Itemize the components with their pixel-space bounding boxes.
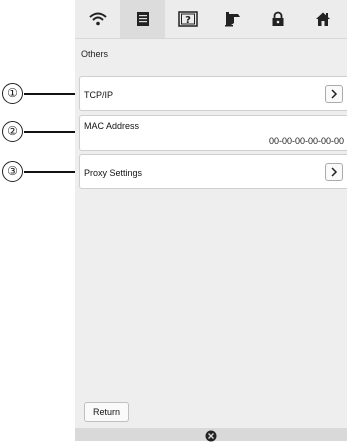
tab-settings-page[interactable] bbox=[120, 0, 165, 38]
callout-1: ① bbox=[2, 83, 23, 104]
tab-bar: ? bbox=[75, 0, 347, 39]
status-icon[interactable] bbox=[205, 430, 217, 442]
tcpip-row[interactable]: TCP/IP bbox=[79, 76, 347, 111]
tcpip-arrow-button[interactable] bbox=[325, 85, 343, 103]
help-icon: ? bbox=[177, 11, 198, 27]
mac-address-value: 00-00-00-00-00-00 bbox=[268, 136, 344, 146]
tab-machine[interactable] bbox=[210, 0, 255, 38]
lock-icon bbox=[272, 11, 283, 26]
chevron-right-icon bbox=[331, 167, 338, 177]
proxy-settings-row[interactable]: Proxy Settings bbox=[79, 154, 347, 189]
mac-address-row: MAC Address 00-00-00-00-00-00 bbox=[79, 115, 347, 151]
device-screen: ? Others TCP/IP MAC Address 00-00-00-00-… bbox=[75, 0, 347, 442]
proxy-settings-arrow-button[interactable] bbox=[325, 163, 343, 181]
chevron-right-icon bbox=[331, 89, 338, 99]
callout-3: ③ bbox=[2, 161, 23, 182]
tab-home[interactable] bbox=[300, 0, 345, 38]
tab-wifi[interactable] bbox=[75, 0, 120, 38]
callout-line-3 bbox=[24, 171, 81, 173]
mac-address-label: MAC Address bbox=[84, 121, 140, 131]
wifi-icon bbox=[88, 12, 107, 26]
sewing-machine-icon bbox=[224, 12, 240, 27]
tab-lock[interactable] bbox=[255, 0, 300, 38]
document-icon bbox=[136, 12, 149, 26]
return-button[interactable]: Return bbox=[84, 402, 129, 422]
section-title: Others bbox=[81, 49, 109, 59]
tcpip-label: TCP/IP bbox=[84, 90, 114, 100]
tab-help[interactable]: ? bbox=[165, 0, 210, 38]
callout-line-2 bbox=[24, 131, 81, 133]
home-icon bbox=[315, 12, 330, 26]
callout-2: ② bbox=[2, 121, 23, 142]
svg-text:?: ? bbox=[185, 15, 191, 26]
proxy-settings-label: Proxy Settings bbox=[84, 168, 143, 178]
callout-line-1 bbox=[24, 93, 81, 95]
